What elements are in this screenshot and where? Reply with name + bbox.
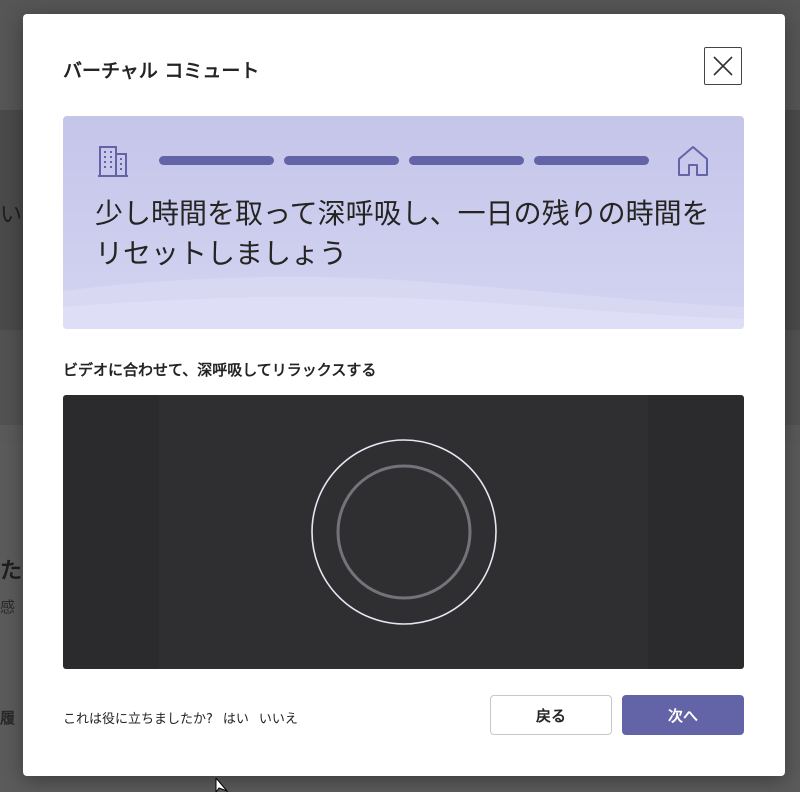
feedback-yes-link[interactable]: はい [223, 708, 249, 727]
feedback-question: これは役に立ちましたか? [63, 712, 213, 727]
progress-segment [534, 156, 649, 165]
progress-segment [284, 156, 399, 165]
virtual-commute-dialog: バーチャル コミュート 少し時間を取って深呼吸し、一日の残りの時間をリセットしま… [23, 14, 785, 776]
next-button[interactable]: 次へ [622, 695, 744, 735]
hero-message: 少し時間を取って深呼吸し、一日の残りの時間をリセットしましょう [95, 197, 710, 270]
breathing-video[interactable] [63, 395, 744, 669]
building-icon [98, 146, 128, 177]
background-text: 履 [0, 709, 16, 727]
background-text: た [0, 559, 23, 584]
progress-segment [409, 156, 524, 165]
home-icon [678, 146, 708, 176]
dialog-title: バーチャル コミュート [63, 60, 260, 82]
breathing-circle-icon [311, 439, 497, 625]
feedback-prompt: これは役に立ちましたか? はい いいえ [63, 708, 298, 727]
hero-waves [63, 276, 744, 329]
background-text: 感 [0, 598, 16, 616]
commute-progress [159, 156, 649, 165]
back-button[interactable]: 戻る [490, 695, 612, 735]
progress-segment [159, 156, 274, 165]
close-icon [713, 56, 733, 76]
commute-hero-banner: 少し時間を取って深呼吸し、一日の残りの時間をリセットしましょう [63, 116, 744, 329]
mouse-cursor-icon [215, 778, 229, 792]
feedback-no-link[interactable]: いいえ [259, 708, 298, 727]
close-button[interactable] [704, 47, 742, 85]
video-caption: ビデオに合わせて、深呼吸してリラックスする [63, 361, 377, 379]
